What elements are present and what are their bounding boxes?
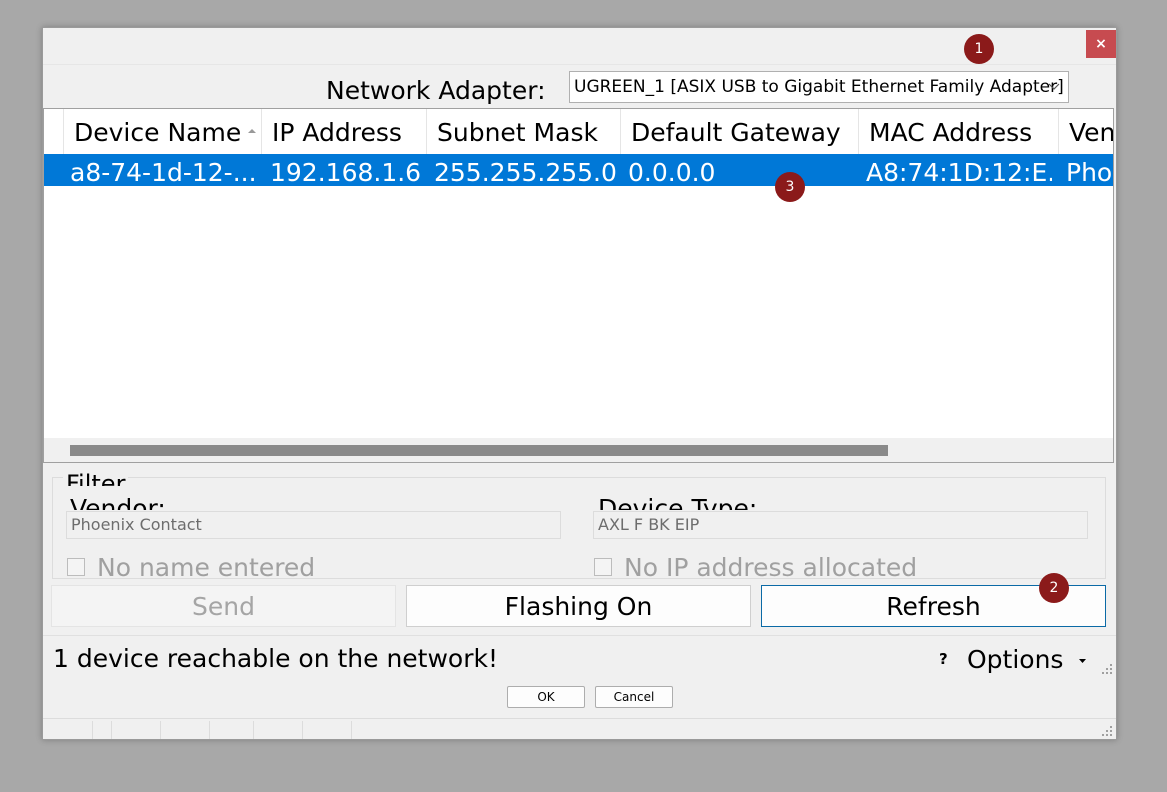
grid-header: Device Name IP Address Subnet Mask Defau…	[44, 109, 1113, 155]
no-ip-checkbox-row[interactable]: No IP address allocated	[594, 552, 918, 582]
filter-legend: Filter	[63, 470, 129, 486]
device-type-field[interactable]: AXL F BK EIP	[593, 511, 1088, 539]
cell-vendor: Pho	[1066, 158, 1113, 186]
network-adapter-value: UGREEN_1 [ASIX USB to Gigabit Ethernet F…	[574, 77, 1064, 97]
sort-ascending-icon	[247, 109, 257, 154]
annotation-badge-2: 2	[1039, 573, 1069, 603]
options-dropdown[interactable]: Options	[967, 645, 1087, 674]
status-bar-divider	[209, 721, 210, 739]
column-header-subnet-mask[interactable]: Subnet Mask	[427, 109, 621, 154]
vendor-field[interactable]: Phoenix Contact	[66, 511, 561, 539]
resize-grip-icon[interactable]	[1100, 662, 1114, 678]
status-divider	[43, 635, 1116, 636]
no-name-checkbox-row[interactable]: No name entered	[67, 552, 316, 582]
cancel-button[interactable]: Cancel	[595, 686, 673, 708]
table-row[interactable]: a8-74-1d-12-... 192.168.1.6 255.255.255.…	[44, 154, 1113, 186]
network-adapter-label: Network Adapter:	[326, 76, 546, 105]
cell-mac-address: A8:74:1D:12:E...	[866, 158, 1052, 186]
ok-button[interactable]: OK	[507, 686, 585, 708]
status-bar-divider	[253, 721, 254, 739]
send-button[interactable]: Send	[51, 585, 396, 627]
no-name-label: No name entered	[97, 552, 316, 582]
no-name-checkbox[interactable]	[67, 558, 85, 576]
status-bar	[43, 718, 1116, 740]
caret-down-icon	[1079, 656, 1087, 667]
status-bar-divider	[92, 721, 93, 739]
status-bar-divider	[351, 721, 352, 739]
statusbar-grip-icon[interactable]	[1100, 724, 1114, 740]
row-header-corner	[44, 109, 64, 154]
device-type-label: Device Type:	[598, 494, 758, 510]
network-adapter-select[interactable]: UGREEN_1 [ASIX USB to Gigabit Ethernet F…	[569, 71, 1069, 103]
options-label: Options	[967, 645, 1064, 674]
status-message: 1 device reachable on the network!	[53, 644, 499, 673]
annotation-badge-3: 3	[775, 172, 805, 202]
scrollbar-thumb[interactable]	[70, 445, 888, 456]
flashing-on-button[interactable]: Flashing On	[406, 585, 751, 627]
cell-ip-address: 192.168.1.6	[270, 158, 420, 186]
column-header-device-name[interactable]: Device Name	[64, 109, 262, 154]
status-bar-divider	[302, 721, 303, 739]
column-header-ip-address[interactable]: IP Address	[262, 109, 427, 154]
close-button[interactable]: ×	[1086, 30, 1116, 58]
vendor-label: Vendor:	[70, 494, 166, 510]
cell-device-name: a8-74-1d-12-...	[70, 158, 257, 186]
cell-subnet-mask: 255.255.255.0	[434, 158, 617, 186]
status-bar-divider	[111, 721, 112, 739]
status-bar-divider	[160, 721, 161, 739]
no-ip-checkbox[interactable]	[594, 558, 612, 576]
column-header-default-gateway[interactable]: Default Gateway	[621, 109, 859, 154]
help-icon[interactable]: ?	[939, 650, 948, 668]
column-header-vendor[interactable]: Ven	[1059, 109, 1113, 154]
title-bar-divider	[43, 64, 1116, 65]
annotation-badge-1: 1	[964, 34, 994, 64]
no-ip-label: No IP address allocated	[624, 552, 918, 582]
chevron-down-icon[interactable]	[1048, 72, 1060, 102]
column-header-mac-address[interactable]: MAC Address	[859, 109, 1059, 154]
column-header-label: Device Name	[74, 118, 242, 147]
